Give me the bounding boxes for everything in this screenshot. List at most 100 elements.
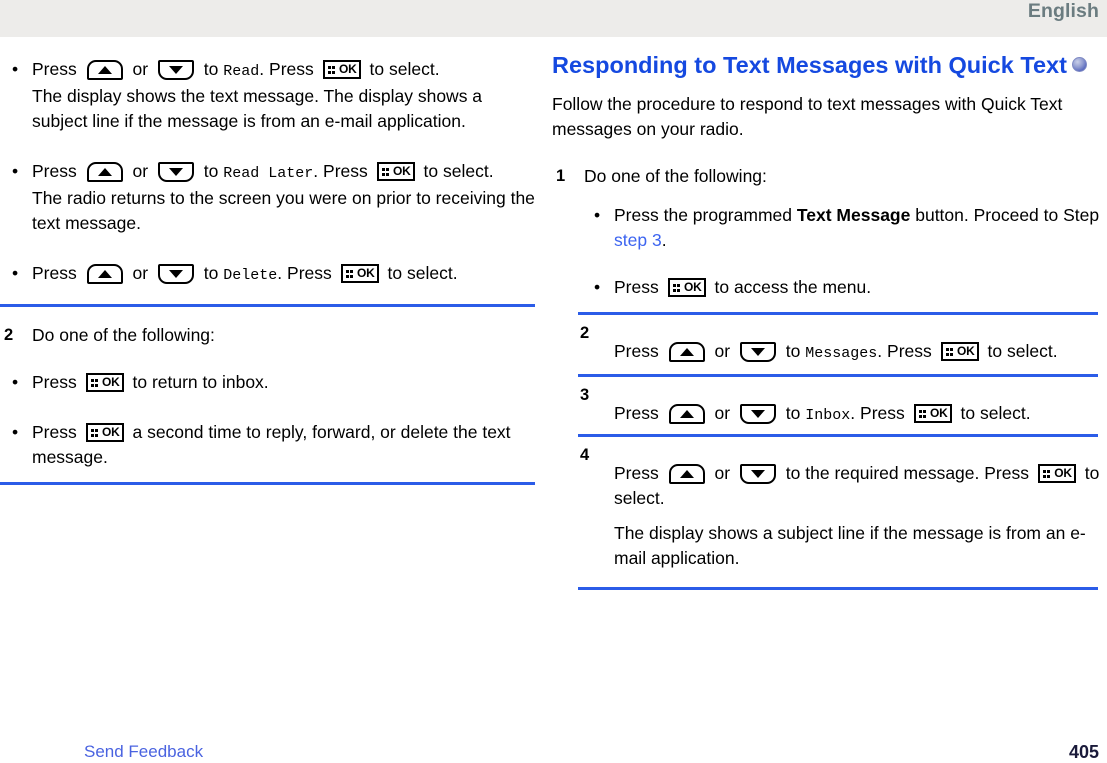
step-text: Press or to the required message. Press …: [584, 461, 1107, 571]
bullet-dot: •: [12, 372, 19, 392]
step-text-mid: or: [714, 341, 731, 361]
bullet-text-to: to: [203, 161, 219, 181]
bullet-dot: •: [594, 205, 601, 225]
step-number: 4: [580, 446, 590, 464]
step-item: 3 Press or to Inbox. Press OK to select.: [552, 386, 1107, 428]
ok-key-label: OK: [357, 266, 375, 280]
menu-ok-key-icon[interactable]: OK: [340, 264, 379, 283]
bullet-text-post: to access the menu.: [714, 277, 872, 297]
down-arrow-key-icon[interactable]: [739, 464, 776, 484]
down-arrow-key-icon[interactable]: [739, 342, 776, 362]
up-arrow-key-icon[interactable]: [86, 60, 123, 80]
radio-display-value: Messages: [805, 345, 878, 362]
bullet-text-prefix: Press: [32, 372, 77, 392]
bullet-text-prefix: Press: [32, 161, 77, 181]
step-cross-reference-link[interactable]: step 3: [614, 230, 662, 250]
step-item: 2 Press or to Messages. Press OK to sele…: [552, 324, 1107, 366]
list-item: • Press the programmed Text Message butt…: [584, 203, 1107, 253]
section-heading: Responding to Text Messages with Quick T…: [552, 49, 1107, 82]
bullet-text-suffix: to select.: [369, 59, 440, 79]
step-number: 2: [4, 326, 14, 344]
ok-key-label: OK: [393, 164, 411, 178]
section-divider: [578, 434, 1098, 437]
step-text-sep: . Press: [850, 403, 905, 423]
step-text-to: to: [785, 341, 801, 361]
bullet-text-end: .: [661, 230, 667, 250]
grid-glyph-icon: [1042, 470, 1051, 478]
down-arrow-key-icon[interactable]: [739, 404, 776, 424]
radio-display-value: Inbox: [805, 407, 851, 424]
up-arrow-key-icon[interactable]: [668, 342, 705, 362]
step-text-sep: . Press: [877, 341, 932, 361]
step-item: 2 Do one of the following:: [0, 323, 540, 348]
bullet-text-to: to: [203, 263, 219, 283]
header-language-label: English: [1027, 0, 1099, 22]
bullet-text-sep: . Press: [259, 59, 314, 79]
step-text: Do one of the following:: [584, 166, 767, 186]
menu-ok-key-icon[interactable]: OK: [1037, 464, 1076, 483]
bullet-dot: •: [12, 59, 19, 79]
step-text-prefix: Press: [614, 341, 659, 361]
bold-button-name: Text Message: [796, 205, 911, 225]
step-text-prefix: Press: [614, 463, 659, 483]
step-text-mid: or: [714, 463, 731, 483]
list-item: • Press OK to access the menu.: [584, 275, 1107, 300]
down-arrow-key-icon[interactable]: [157, 60, 194, 80]
page-body: • Press or to Read. Press OK to select. …: [0, 37, 1107, 725]
bullet-text-mid: or: [132, 59, 149, 79]
bullet-text-sep: . Press: [277, 263, 332, 283]
step-text-mid: or: [714, 403, 731, 423]
section-heading-text: Responding to Text Messages with Quick T…: [552, 52, 1067, 78]
bullet-text-prefix: Press: [32, 59, 77, 79]
page-header-band: English: [0, 0, 1107, 37]
menu-ok-key-icon[interactable]: OK: [913, 404, 952, 423]
up-arrow-key-icon[interactable]: [86, 264, 123, 284]
triangle-up-icon: [97, 66, 112, 74]
up-arrow-key-icon[interactable]: [668, 464, 705, 484]
list-item: • Press or to Read Later. Press OK to se…: [0, 159, 540, 236]
step-item: 4 Press or to the required message. Pres…: [552, 446, 1107, 571]
bullet-text-pre: Press: [614, 277, 659, 297]
step-item: 1 Do one of the following:: [552, 164, 1107, 189]
grid-glyph-icon: [945, 348, 954, 356]
down-arrow-key-icon[interactable]: [157, 162, 194, 182]
down-arrow-key-icon[interactable]: [157, 264, 194, 284]
grid-glyph-icon: [327, 66, 336, 74]
step-number: 1: [556, 167, 566, 185]
grid-glyph-icon: [90, 379, 99, 387]
bullet-dot: •: [12, 422, 19, 442]
menu-ok-key-icon[interactable]: OK: [376, 162, 415, 181]
up-arrow-key-icon[interactable]: [668, 404, 705, 424]
menu-ok-key-icon[interactable]: OK: [667, 278, 706, 297]
menu-ok-key-icon[interactable]: OK: [85, 423, 124, 442]
step-text-prefix: Press: [614, 403, 659, 423]
triangle-up-icon: [679, 470, 694, 478]
menu-ok-key-icon[interactable]: OK: [322, 60, 361, 79]
grid-glyph-icon: [90, 429, 99, 437]
step-text-suffix: to select.: [960, 403, 1031, 423]
page-footer: Send Feedback 405: [0, 742, 1107, 762]
step-note: The display shows a subject line if the …: [614, 523, 1086, 568]
triangle-down-icon: [168, 66, 183, 74]
triangle-down-icon: [168, 270, 183, 278]
bullet-text-to: to: [203, 59, 219, 79]
bullet-text-prefix: Press: [32, 422, 77, 442]
ok-key-label: OK: [957, 344, 975, 358]
ok-key-label: OK: [684, 280, 702, 294]
radio-display-value: Read Later: [223, 165, 314, 182]
up-arrow-key-icon[interactable]: [86, 162, 123, 182]
bullet-text-prefix: Press: [32, 263, 77, 283]
menu-ok-key-icon[interactable]: OK: [940, 342, 979, 361]
bullet-text-suffix: to select.: [423, 161, 494, 181]
triangle-up-icon: [97, 168, 112, 176]
triangle-down-icon: [168, 168, 183, 176]
right-column: Responding to Text Messages with Quick T…: [552, 37, 1107, 590]
radio-display-value: Delete: [223, 267, 278, 284]
ok-key-label: OK: [930, 406, 948, 420]
menu-ok-key-icon[interactable]: OK: [85, 373, 124, 392]
bullet-text-suffix: to return to inbox.: [132, 372, 269, 392]
bullet-note: The display shows the text message. The …: [32, 86, 483, 131]
send-feedback-link[interactable]: Send Feedback: [84, 742, 203, 762]
grid-glyph-icon: [381, 168, 390, 176]
radio-display-value: Read: [223, 63, 260, 80]
